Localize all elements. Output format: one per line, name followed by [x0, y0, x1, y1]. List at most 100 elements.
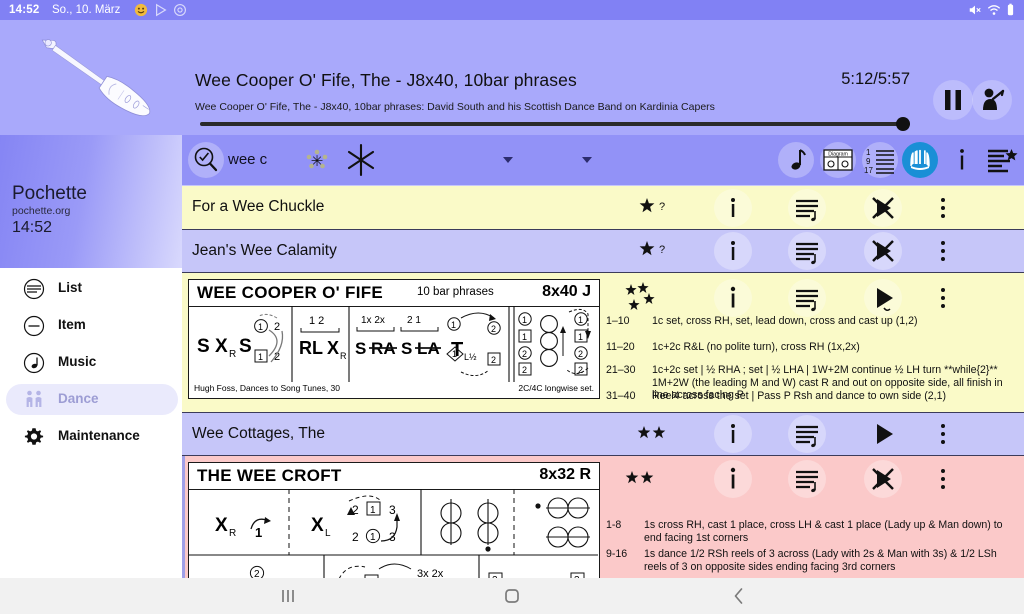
crib-button[interactable] [788, 460, 826, 498]
card-meta: 8x40 J [542, 283, 591, 300]
wifi-icon [987, 5, 1001, 15]
pause-button[interactable] [933, 80, 973, 120]
svg-text:1: 1 [255, 525, 262, 540]
info-button[interactable] [714, 189, 752, 227]
crib-text: 1c+2c R&L (no polite turn), cross RH (1x… [652, 341, 860, 353]
crib-button[interactable] [788, 189, 826, 227]
crib-button[interactable] [788, 415, 826, 453]
sidebar-item-music[interactable]: Music [6, 347, 178, 378]
dance-crib-card[interactable]: THE WEE CROFT 8x32 R X R 1 X L 2 1 3 2 1… [188, 462, 600, 578]
music-note-button[interactable] [778, 142, 814, 178]
card-title: WEE COOPER O' FIFE [197, 283, 384, 302]
card-meta: 8x32 R [539, 466, 591, 483]
svg-text:2: 2 [522, 365, 527, 375]
app-name: Pochette [12, 183, 87, 204]
svg-text:1: 1 [370, 532, 376, 543]
crib-icon [796, 289, 818, 312]
overflow-menu-button[interactable] [941, 424, 945, 444]
crib-bars: 21–30 [606, 364, 636, 376]
info-button[interactable] [714, 279, 752, 317]
svg-text:1x 2x: 1x 2x [361, 315, 385, 326]
play-disabled-button[interactable] [864, 189, 902, 227]
info-button[interactable] [944, 142, 980, 178]
chevron-down-icon[interactable] [502, 156, 514, 164]
list-item[interactable]: Jean's Wee Calamity ? [182, 230, 1024, 273]
dance-crib-card[interactable]: WEE COOPER O' FIFE 10 bar phrases 8x40 J… [188, 279, 600, 399]
row-accent-bar [182, 456, 185, 578]
rating-badge[interactable] [619, 279, 657, 317]
svg-text:✳: ✳ [311, 153, 324, 170]
overflow-menu-button[interactable] [941, 241, 945, 261]
chevron-down-icon[interactable] [581, 156, 593, 164]
search-input[interactable]: wee c [228, 151, 267, 168]
dancers-icon [22, 388, 46, 412]
recents-icon[interactable] [277, 585, 299, 607]
mute-icon [969, 5, 981, 15]
crib-button[interactable] [788, 279, 826, 317]
play-button[interactable] [864, 279, 902, 317]
crib-entry: 9-16 1s dance 1/2 RSh reels of 3 across … [606, 548, 1018, 573]
play-button[interactable] [864, 415, 902, 453]
crib-icon [796, 242, 818, 265]
info-button[interactable] [714, 415, 752, 453]
crib-entry: 1-8 1s cross RH, cast 1 place, cross LH … [606, 519, 1018, 544]
sidebar-item-list[interactable]: List [6, 273, 178, 304]
svg-text:X: X [327, 338, 339, 358]
svg-text:?: ? [659, 244, 665, 256]
seek-bar-thumb[interactable] [896, 117, 910, 131]
list-item-crib[interactable]: WEE COOPER O' FIFE 10 bar phrases 8x40 J… [182, 273, 1024, 413]
asterisk-icon[interactable] [342, 141, 380, 179]
crib-button[interactable] [788, 232, 826, 270]
rating-badge[interactable]: ? [634, 189, 672, 227]
svg-text:S: S [197, 336, 210, 357]
list-item[interactable]: For a Wee Chuckle ? [182, 186, 1024, 230]
info-button[interactable] [714, 232, 752, 270]
back-icon[interactable] [728, 585, 750, 607]
card-header: THE WEE CROFT 8x32 R [189, 463, 599, 490]
list-item[interactable]: Wee Cottages, The [182, 413, 1024, 456]
search-button[interactable] [188, 142, 224, 178]
crib-icon [796, 470, 818, 493]
crib-bars: 1–10 [606, 315, 630, 327]
crib-text: Reel4 across the set | Pass P Rsh and da… [652, 390, 947, 402]
info-icon [731, 198, 735, 217]
rating-badge[interactable]: ? [634, 232, 672, 270]
album-artwork-pochette [8, 24, 183, 132]
target-icon [174, 4, 186, 16]
play-disabled-button[interactable] [864, 460, 902, 498]
info-icon [730, 286, 736, 308]
dance-mode-button[interactable] [972, 80, 1012, 120]
sidebar-item-label: Music [58, 354, 97, 369]
sidebar-item-maintenance[interactable]: Maintenance [6, 421, 178, 452]
overflow-menu-button[interactable] [941, 198, 945, 218]
rating-badge[interactable] [634, 415, 672, 453]
now-playing-subtitle: Wee Cooper O' Fife, The - J8x40, 10bar p… [195, 101, 715, 113]
home-icon[interactable] [501, 585, 523, 607]
list-item-crib[interactable]: THE WEE CROFT 8x32 R X R 1 X L 2 1 3 2 1… [182, 456, 1024, 578]
crib-bars: 31–40 [606, 390, 636, 402]
sparkle-icon[interactable]: ✳ [302, 145, 332, 175]
diagram-button[interactable]: Diagram [820, 142, 856, 178]
crib-icon [796, 425, 818, 448]
play-disabled-button[interactable] [864, 232, 902, 270]
seek-bar[interactable] [200, 122, 910, 126]
info-icon [731, 424, 735, 443]
status-bar-time: 14:52 [9, 4, 40, 16]
sidebar-item-item[interactable]: Item [6, 310, 178, 341]
sorted-favourites-button[interactable] [984, 142, 1020, 178]
numbered-crib-button[interactable]: 1 9 17 [862, 142, 898, 178]
rating-badge[interactable] [622, 460, 660, 498]
dance-filter-button[interactable] [902, 142, 938, 178]
svg-text:2: 2 [491, 355, 496, 365]
svg-text:1: 1 [370, 505, 376, 516]
play-disabled-icon [872, 468, 894, 490]
crib-bars: 9-16 [606, 548, 628, 560]
sidebar-item-dance[interactable]: Dance [6, 384, 178, 415]
svg-text:1: 1 [452, 349, 457, 359]
overflow-menu-button[interactable] [941, 288, 945, 308]
overflow-menu-button[interactable] [941, 469, 945, 489]
app-screen: 14:52 So., 10. März Wee Cooper O' Fife, … [0, 0, 1024, 614]
crib-text: 1s dance 1/2 RSh reels of 3 across (Lady… [644, 548, 997, 573]
info-button[interactable] [714, 460, 752, 498]
svg-text:S: S [239, 336, 252, 357]
